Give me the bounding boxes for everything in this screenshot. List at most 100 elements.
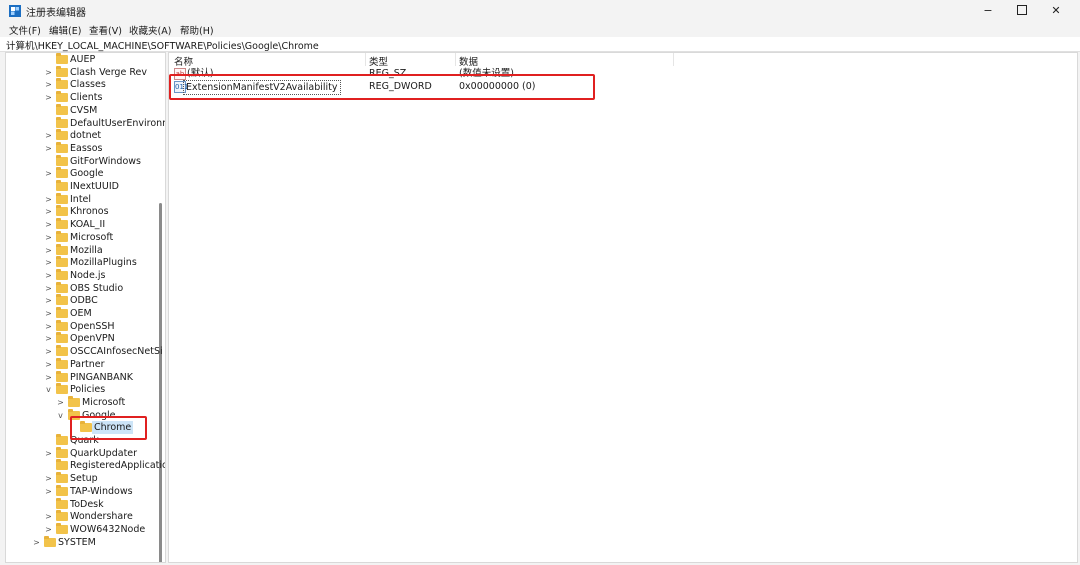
expand-chevron-icon[interactable]: > bbox=[44, 231, 53, 244]
expand-chevron-icon[interactable]: > bbox=[44, 447, 53, 460]
expand-chevron-icon[interactable]: > bbox=[44, 371, 53, 384]
expand-chevron-icon[interactable]: > bbox=[56, 396, 65, 409]
expand-chevron-icon[interactable]: > bbox=[44, 472, 53, 485]
close-button[interactable]: ✕ bbox=[1040, 0, 1072, 22]
tree-item[interactable]: INextUUID bbox=[6, 180, 165, 193]
column-divider[interactable] bbox=[455, 53, 456, 66]
menu-edit[interactable]: 编辑(E) bbox=[49, 23, 81, 37]
expand-chevron-icon[interactable]: > bbox=[44, 66, 53, 79]
registry-value-list[interactable]: 名称 类型 数据 ab (默认) REG_SZ (数值未设置) 011 Extension… bbox=[168, 52, 1078, 563]
expand-chevron-icon[interactable]: > bbox=[32, 536, 41, 549]
minimize-button[interactable]: − bbox=[972, 0, 1004, 22]
tree-item[interactable]: > Clients bbox=[6, 91, 165, 104]
expand-chevron-icon[interactable]: > bbox=[44, 485, 53, 498]
expand-chevron-icon[interactable]: > bbox=[44, 78, 53, 91]
folder-icon bbox=[56, 180, 68, 191]
tree-item[interactable]: > Setup bbox=[6, 472, 165, 485]
tree-item[interactable]: > OSCCAInfosecNetSi bbox=[6, 345, 165, 358]
tree-item[interactable]: AUEP bbox=[6, 53, 165, 66]
collapse-chevron-icon[interactable]: v bbox=[56, 409, 65, 422]
tree-item[interactable]: > SYSTEM bbox=[6, 535, 165, 549]
tree-item[interactable]: > Khronos bbox=[6, 205, 165, 218]
tree-item[interactable]: > Wondershare bbox=[6, 510, 165, 523]
folder-icon bbox=[56, 472, 68, 484]
folder-icon bbox=[56, 154, 68, 166]
expand-chevron-icon[interactable]: > bbox=[44, 205, 53, 218]
menu-help[interactable]: 帮助(H) bbox=[180, 23, 214, 37]
folder-icon bbox=[56, 281, 68, 293]
tree-item-label: Microsoft bbox=[70, 231, 114, 243]
tree-item[interactable]: > PINGANBANK bbox=[6, 370, 165, 384]
tree-item[interactable]: GitForWindows bbox=[6, 154, 165, 168]
tree-item[interactable]: > OEM bbox=[6, 307, 165, 320]
tree-item-label: ToDesk bbox=[70, 498, 104, 510]
expand-chevron-icon[interactable]: > bbox=[44, 282, 53, 295]
tree-item[interactable]: > Clash Verge Rev bbox=[6, 65, 165, 79]
column-header-name[interactable]: 名称 bbox=[174, 54, 193, 68]
registry-key-tree[interactable]: AUEP > Clash Verge Rev > Classes > Clients CVSM… bbox=[5, 52, 166, 563]
expand-chevron-icon[interactable]: > bbox=[44, 307, 53, 320]
tree-item[interactable]: > OpenSSH bbox=[6, 319, 165, 333]
tree-item[interactable]: > OpenVPN bbox=[6, 332, 165, 345]
tree-item[interactable]: > ODBC bbox=[6, 294, 165, 307]
column-header-data[interactable]: 数据 bbox=[459, 54, 478, 68]
expand-chevron-icon[interactable]: > bbox=[44, 320, 53, 333]
expand-chevron-icon[interactable]: > bbox=[44, 358, 53, 371]
tree-item[interactable]: > Partner bbox=[6, 357, 165, 371]
menu-view[interactable]: 查看(V) bbox=[89, 23, 122, 37]
tree-item[interactable]: > Intel bbox=[6, 192, 165, 206]
tree-item[interactable]: > Microsoft bbox=[6, 230, 165, 244]
expand-chevron-icon[interactable]: > bbox=[44, 218, 53, 231]
tree-item[interactable]: RegisteredApplicatio bbox=[6, 459, 165, 472]
title-bar: 注册表编辑器 − ✕ bbox=[0, 0, 1080, 22]
folder-icon bbox=[56, 268, 68, 280]
tree-item[interactable]: > Google bbox=[6, 167, 165, 180]
expand-chevron-icon[interactable]: > bbox=[44, 193, 53, 206]
maximize-button[interactable] bbox=[1006, 0, 1038, 22]
address-path[interactable]: 计算机\HKEY_LOCAL_MACHINE\SOFTWARE\Policies… bbox=[6, 38, 319, 52]
tree-item[interactable]: > Mozilla bbox=[6, 243, 165, 257]
expand-chevron-icon[interactable]: > bbox=[44, 142, 53, 155]
tree-item[interactable]: > OBS Studio bbox=[6, 281, 165, 295]
expand-chevron-icon[interactable]: > bbox=[44, 269, 53, 282]
expand-chevron-icon[interactable]: > bbox=[44, 510, 53, 523]
expand-chevron-icon[interactable]: > bbox=[44, 129, 53, 142]
tree-item[interactable]: > WOW6432Node bbox=[6, 522, 165, 536]
tree-item[interactable]: > MozillaPlugins bbox=[6, 256, 165, 269]
address-bar[interactable]: 计算机\HKEY_LOCAL_MACHINE\SOFTWARE\Policies… bbox=[0, 37, 1080, 52]
tree-item[interactable]: v Policies bbox=[6, 383, 165, 396]
expand-chevron-icon bbox=[44, 459, 53, 472]
tree-item[interactable]: > Microsoft bbox=[6, 395, 165, 409]
column-divider[interactable] bbox=[365, 53, 366, 66]
tree-item[interactable]: > KOAL_II bbox=[6, 218, 165, 231]
tree-item[interactable]: > Eassos bbox=[6, 141, 165, 155]
tree-item[interactable]: > TAP-Windows bbox=[6, 484, 165, 498]
tree-item-label: AUEP bbox=[70, 54, 96, 65]
expand-chevron-icon[interactable]: > bbox=[44, 345, 53, 358]
expand-chevron-icon[interactable]: > bbox=[44, 294, 53, 307]
expand-chevron-icon[interactable]: > bbox=[44, 167, 53, 180]
tree-item-label: Google bbox=[70, 168, 104, 180]
tree-item-label: DefaultUserEnvironm bbox=[70, 117, 166, 129]
expand-chevron-icon[interactable]: > bbox=[44, 244, 53, 257]
expand-chevron-icon bbox=[44, 155, 53, 168]
folder-icon bbox=[56, 230, 68, 242]
expand-chevron-icon[interactable]: > bbox=[44, 256, 53, 269]
tree-item[interactable]: > Classes bbox=[6, 78, 165, 91]
expand-chevron-icon[interactable]: > bbox=[44, 91, 53, 104]
tree-item-label: Clash Verge Rev bbox=[70, 66, 147, 78]
tree-item[interactable]: CVSM bbox=[6, 103, 165, 117]
column-divider[interactable] bbox=[673, 53, 674, 66]
tree-item[interactable]: > QuarkUpdater bbox=[6, 446, 165, 460]
tree-item[interactable]: > dotnet bbox=[6, 129, 165, 142]
column-header-type[interactable]: 类型 bbox=[369, 54, 388, 68]
tree-item[interactable]: ToDesk bbox=[6, 497, 165, 511]
expand-chevron-icon[interactable]: > bbox=[44, 523, 53, 536]
menu-file[interactable]: 文件(F) bbox=[9, 23, 41, 37]
menu-favorites[interactable]: 收藏夹(A) bbox=[129, 23, 171, 37]
collapse-chevron-icon[interactable]: v bbox=[44, 383, 53, 396]
expand-chevron-icon[interactable]: > bbox=[44, 332, 53, 345]
tree-item[interactable]: DefaultUserEnvironm bbox=[6, 116, 166, 130]
tree-item[interactable]: > Node.js bbox=[6, 268, 165, 282]
expand-chevron-icon bbox=[44, 434, 53, 447]
